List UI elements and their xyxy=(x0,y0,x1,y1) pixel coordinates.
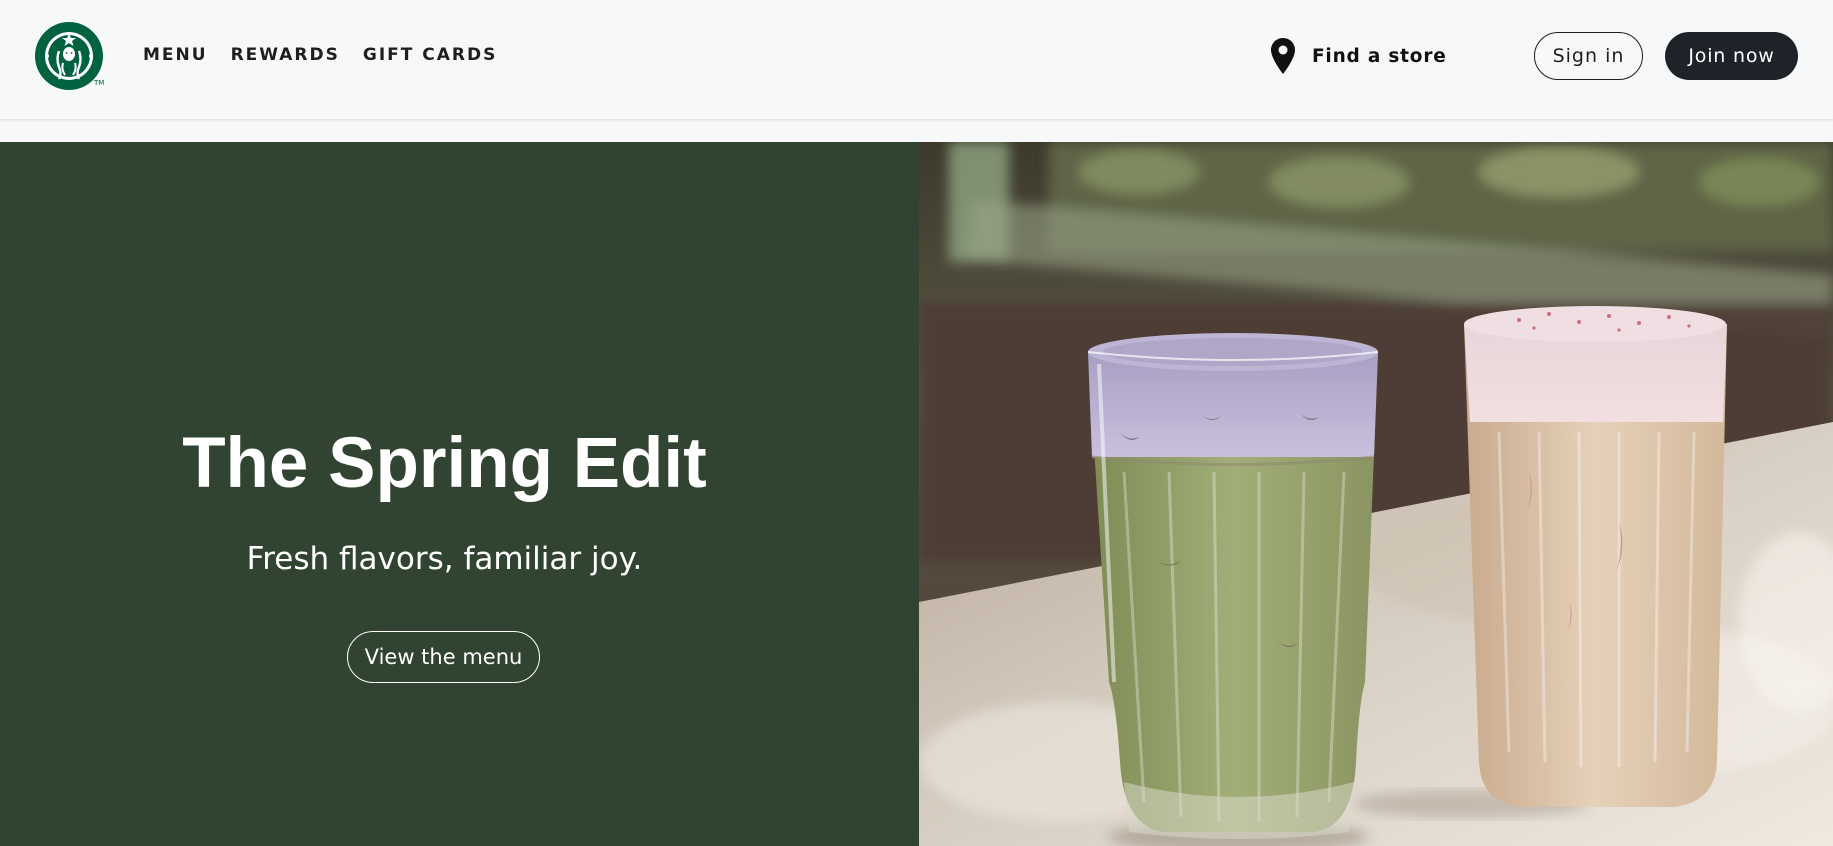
sign-in-button[interactable]: Sign in xyxy=(1534,32,1643,80)
site-header: TM MENU REWARDS GIFT CARDS Find a store … xyxy=(0,0,1833,119)
drinks-photo xyxy=(919,142,1833,846)
hero-title: The Spring Edit xyxy=(182,424,707,503)
find-store-label: Find a store xyxy=(1312,45,1447,67)
hero-subtitle: Fresh flavors, familiar joy. xyxy=(246,541,643,577)
nav-gift-cards-link[interactable]: GIFT CARDS xyxy=(363,44,497,66)
nav-menu-link[interactable]: MENU xyxy=(143,44,208,66)
hero-text-panel: The Spring Edit Fresh flavors, familiar … xyxy=(0,142,919,846)
join-now-button[interactable]: Join now xyxy=(1665,32,1798,80)
trademark-label: TM xyxy=(94,79,105,87)
starbucks-logo-icon[interactable]: TM xyxy=(34,21,104,91)
nav-rewards-link[interactable]: REWARDS xyxy=(231,44,340,66)
find-store-link[interactable]: Find a store xyxy=(1268,36,1447,76)
location-pin-icon xyxy=(1271,38,1295,74)
view-menu-button[interactable]: View the menu xyxy=(347,631,540,683)
iced-matcha-lavender-drink xyxy=(1087,333,1379,846)
primary-nav: MENU REWARDS GIFT CARDS xyxy=(143,44,497,66)
